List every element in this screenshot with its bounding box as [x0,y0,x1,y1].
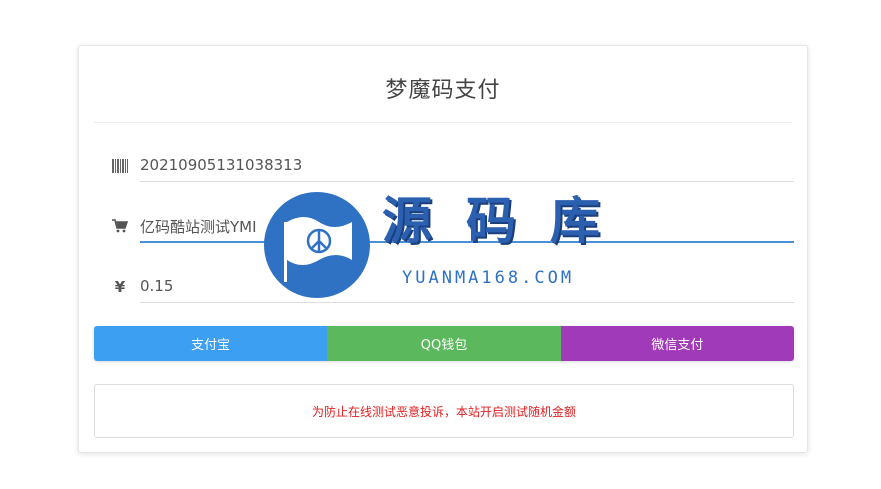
notice-text: 为防止在线测试恶意投诉，本站开启测试随机金额 [311,404,576,419]
product-name-underline [140,241,794,243]
order-number-underline [140,181,794,182]
title-divider [94,122,792,123]
page-title: 梦魔码支付 [385,78,501,103]
order-number-field[interactable]: 20210905131038313 [94,152,794,182]
yen-icon: ¥ [114,278,126,296]
amount-field[interactable]: ¥ 0.15 [94,273,794,303]
notice-box: 为防止在线测试恶意投诉，本站开启测试随机金额 [94,384,794,438]
payment-method-group: 支付宝 QQ钱包 微信支付 [94,326,794,361]
amount-underline [140,302,794,303]
amount-value: 0.15 [140,277,174,295]
order-number-value: 20210905131038313 [140,156,303,174]
qq-wallet-button[interactable]: QQ钱包 [327,326,561,361]
barcode-icon [110,156,130,176]
alipay-button[interactable]: 支付宝 [94,326,328,361]
payment-card: 梦魔码支付 20210905131038313 亿码酷站测试YMI ¥ 0.15… [78,45,808,453]
wechat-pay-button[interactable]: 微信支付 [560,326,794,361]
product-name-value: 亿码酷站测试YMI [140,218,257,236]
product-name-field[interactable]: 亿码酷站测试YMI [94,212,794,243]
cart-icon [110,216,130,236]
